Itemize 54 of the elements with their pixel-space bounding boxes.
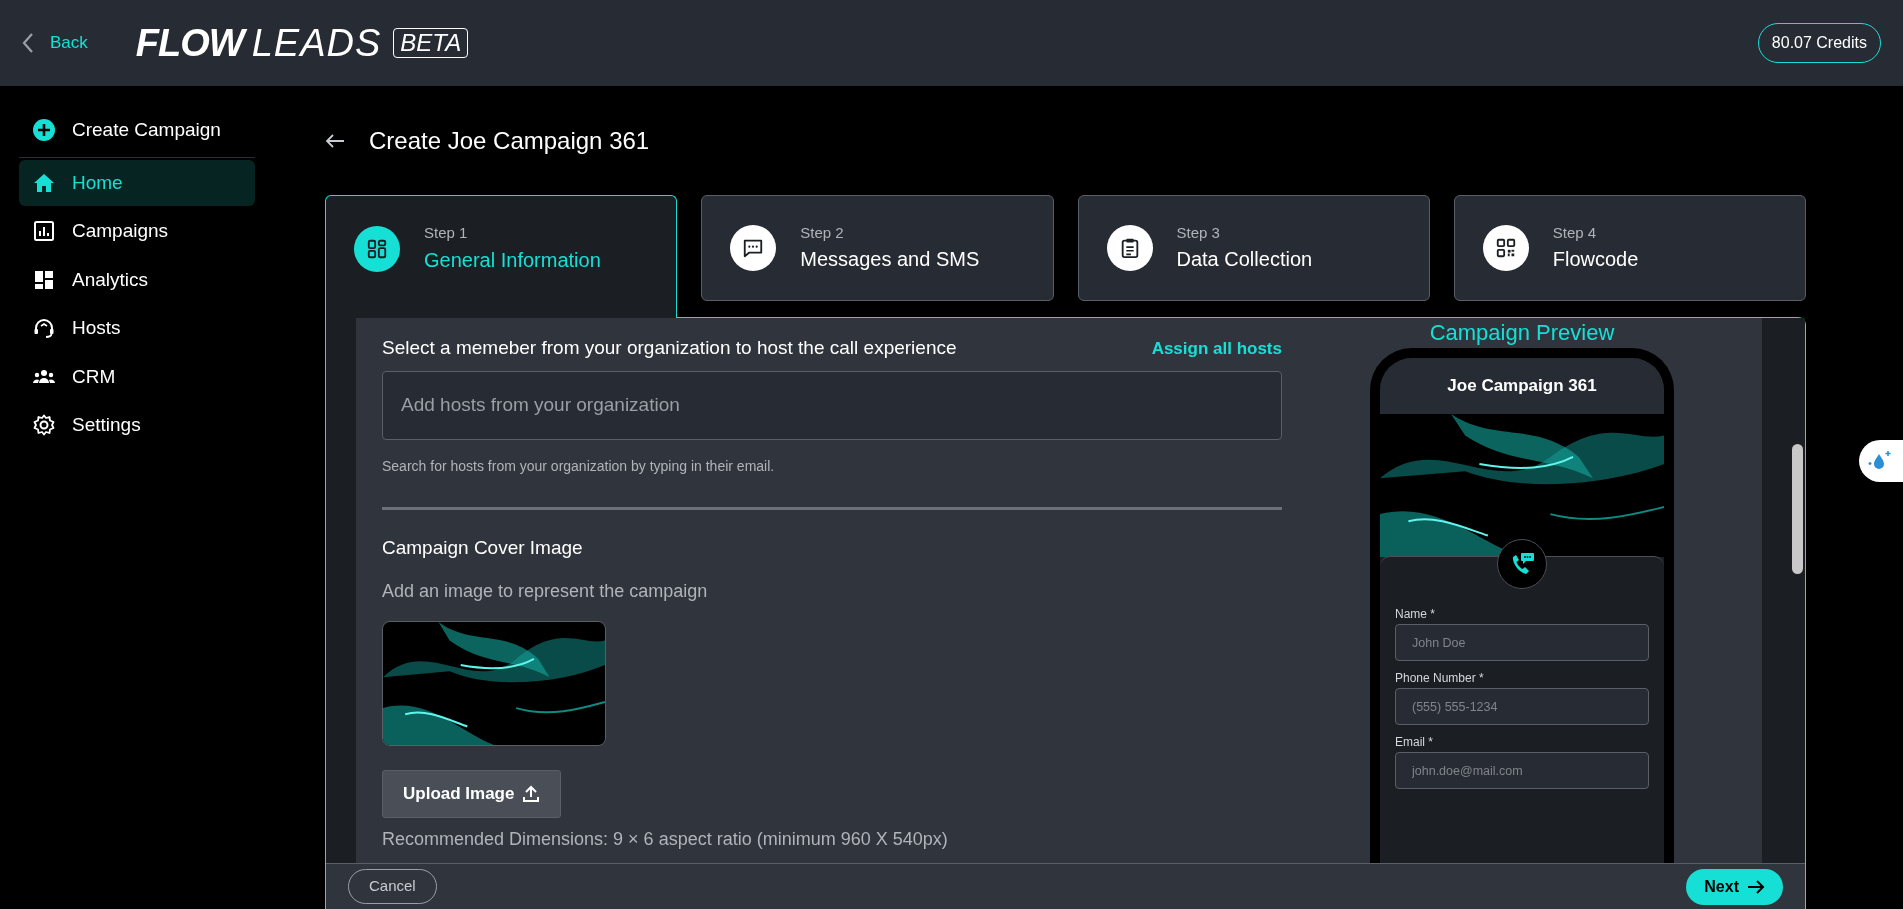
upload-icon (522, 784, 541, 803)
step-tab[interactable]: Step 3 Data Collection (1077, 195, 1430, 301)
sidebar-item[interactable]: CRM (19, 353, 255, 400)
dimensions-note: Recommended Dimensions: 9 × 6 aspect ratio (minimum 960 X 540px) (382, 827, 949, 851)
step-title: Messages and SMS (800, 247, 980, 273)
arrow-right-icon (1747, 879, 1765, 894)
plus-circle-icon (32, 118, 56, 143)
sidebar-item[interactable]: Home (19, 159, 255, 206)
hosts-search-field[interactable]: Add hosts from your organization (382, 370, 1282, 440)
grid-icon (366, 237, 388, 260)
next-button[interactable]: Next (1686, 868, 1783, 905)
field-label: Name * (1395, 606, 1436, 623)
section-subtitle: Add an image to represent the campaign (382, 580, 709, 603)
step-number: Step 1 (424, 223, 469, 244)
logo-text: LEADS (251, 24, 382, 62)
headset-icon (32, 316, 56, 341)
step-tab[interactable]: Step 1 General Information (325, 195, 678, 318)
step-number: Step 3 (1176, 222, 1221, 243)
assign-hosts-link[interactable]: Assign all hosts (1151, 335, 1282, 361)
qr-code-icon (1494, 237, 1517, 259)
preview-input-field[interactable]: John Doe (1395, 624, 1649, 661)
sidebar-item[interactable]: Settings (19, 402, 255, 449)
preview-title: Joe Campaign 361 (1380, 358, 1664, 414)
step-title: Data Collection (1176, 247, 1313, 273)
step-number: Step 4 (1552, 222, 1598, 243)
step-number: Step 2 (800, 222, 845, 243)
page-title: Create Joe Campaign 361 (369, 125, 650, 156)
scrollbar-thumb[interactable] (1792, 444, 1803, 574)
field-label: Phone Number * (1395, 670, 1485, 687)
step-tab[interactable]: Step 4 Flowcode (1453, 195, 1806, 301)
back-chevron-icon (22, 32, 34, 54)
help-text: Search for hosts from your organization by typing in their email. (382, 456, 776, 476)
back-arrow-icon (325, 132, 345, 149)
field-label: Select a memeber from your organization to host the call experience (382, 336, 957, 360)
preview-input-field[interactable]: john.doe@mail.com (1395, 752, 1649, 789)
section-title: Campaign Cover Image (382, 535, 584, 560)
preview-input-field[interactable]: (555) 555-1234 (1395, 688, 1649, 725)
back-arrow-button[interactable] (325, 132, 345, 149)
chat-bubble-icon (742, 237, 765, 259)
bar-chart-icon (32, 219, 56, 244)
field-label: Email * (1395, 734, 1434, 751)
back-button[interactable]: Back (22, 30, 88, 56)
sidebar-item[interactable]: Hosts (19, 305, 255, 352)
beta-badge: BETA (393, 28, 469, 58)
sidebar-item[interactable]: Campaigns (19, 208, 255, 255)
upload-image-button[interactable]: Upload Image (382, 770, 562, 818)
step-title: Flowcode (1552, 247, 1639, 273)
droplet-button[interactable] (1859, 440, 1903, 482)
step-tab[interactable]: Step 2 Messages and SMS (701, 195, 1054, 301)
step-title: General Information (424, 247, 601, 273)
sidebar-item[interactable]: Analytics (19, 256, 255, 303)
preview-heading: Campaign Preview (1429, 319, 1615, 347)
settings-icon (32, 413, 56, 438)
create-campaign-button[interactable]: Create Campaign (19, 104, 255, 158)
